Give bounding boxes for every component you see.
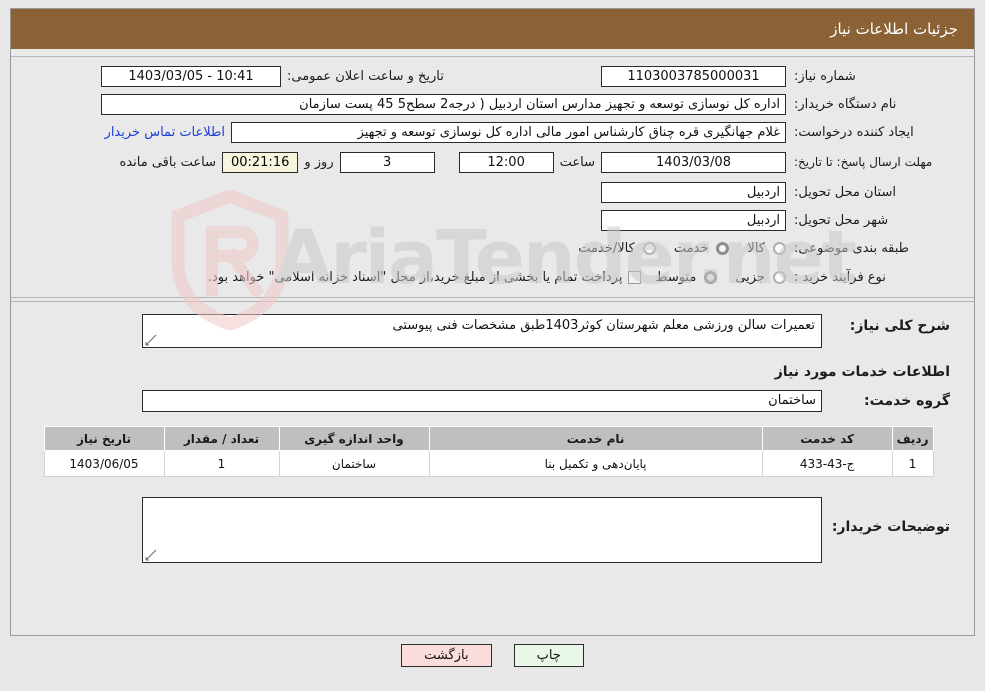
radio-process-1[interactable] [704,270,718,284]
category-radio-group: کالا خدمت کالا/خدمت [564,241,786,256]
radio-category-1-label: خدمت [673,240,709,256]
row-service-group: گروه خدمت: ساختمان [23,390,954,426]
page-title: جزئیات اطلاعات نیاز [830,20,958,38]
cell-need-date: 1403/06/05 [43,450,165,477]
details-frame: جزئیات اطلاعات نیاز شماره نیاز: 11030037… [10,8,975,636]
col-unit: واحد اندازه گیری [278,426,430,451]
row-requester: ایجاد کننده درخواست: غلام جهانگیری قره چ… [23,119,954,145]
row-buyer-org: نام دستگاه خریدار: اداره کل نوسازی توسعه… [23,91,954,117]
service-group-value: ساختمان [142,390,822,412]
days-join-label: روز و [304,154,334,170]
deadline-label: مهلت ارسال پاسخ: تا تاریخ: [794,154,933,169]
need-number-value: 1103003785000031 [601,65,786,87]
col-code: کد خدمت [761,426,893,451]
need-description-section: شرح کلی نیاز: تعمیرات سالن ورزشی معلم شه… [11,302,974,354]
radio-category-2[interactable] [642,241,656,255]
service-group-label: گروه خدمت: [864,393,950,409]
buyer-notes-section: توضیحات خریدار: [11,483,974,573]
cell-unit: ساختمان [278,450,430,477]
buyer-contact-link[interactable]: اطلاعات تماس خریدار [105,125,225,140]
days-remaining-value: 3 [339,151,435,173]
province-value: اردبیل [601,181,786,203]
services-table: ردیف کد خدمت نام خدمت واحد اندازه گیری ت… [43,426,934,477]
row-need-number: شماره نیاز: 1103003785000031 تاریخ و ساع… [23,63,954,89]
need-details-page: AriaTender.net جزئیات اطلاعات نیاز شماره… [0,0,985,691]
title-divider [11,49,974,57]
radio-process-1-label: متوسط [655,269,697,285]
category-label: طبقه بندی موضوعی: [794,240,910,256]
services-section: اطلاعات خدمات مورد نیاز گروه خدمت: ساختم… [11,354,974,483]
need-description-text: تعمیرات سالن ورزشی معلم شهرستان کوثر1403… [392,318,815,333]
radio-category-0[interactable] [773,241,786,255]
table-header-row: ردیف کد خدمت نام خدمت واحد اندازه گیری ت… [43,426,934,451]
requester-value: غلام جهانگیری قره چناق کارشناس امور مالی… [231,121,786,143]
deadline-date-value: 1403/03/08 [601,151,786,173]
row-province: استان محل تحویل: اردبیل [23,179,954,205]
col-index: ردیف [891,426,934,451]
row-deadline: مهلت ارسال پاسخ: تا تاریخ: 1403/03/08 سا… [23,147,954,177]
services-section-title: اطلاعات خدمات مورد نیاز [774,364,950,380]
resize-grip-icon [145,334,157,346]
treasury-checkbox[interactable] [628,270,642,284]
buyer-org-value: اداره کل نوسازی توسعه و تجهیز مدارس استا… [101,93,786,115]
radio-process-0[interactable] [773,270,786,284]
footer-buttons: چاپ بازگشت [0,644,985,667]
deadline-hour-value: 12:00 [458,151,554,173]
cell-index: 1 [891,450,934,477]
cell-quantity: 1 [163,450,280,477]
treasury-checkbox-label: پرداخت تمام یا بخشی از مبلغ خرید،از محل … [207,269,623,285]
page-title-bar: جزئیات اطلاعات نیاز [11,9,974,49]
row-buyer-notes: توضیحات خریدار: [23,497,954,563]
radio-process-0-label: جزیی [735,269,765,285]
radio-category-2-label: کالا/خدمت [578,240,635,256]
radio-category-1[interactable] [716,241,730,255]
need-description-label: شرح کلی نیاز: [849,318,950,334]
buyer-notes-label: توضیحات خریدار: [831,519,950,535]
row-process-type: نوع فرآیند خرید : جزیی متوسط پرداخت تمام… [23,263,954,291]
resize-grip-icon-2 [145,549,157,561]
need-description-value[interactable]: تعمیرات سالن ورزشی معلم شهرستان کوثر1403… [142,314,822,348]
back-button[interactable]: بازگشت [401,644,492,667]
countdown-suffix-label: ساعت باقی مانده [119,154,216,170]
cell-code: ج-43-433 [761,450,893,477]
process-label: نوع فرآیند خرید : [794,269,886,285]
requester-label: ایجاد کننده درخواست: [794,124,914,140]
radio-category-0-label: کالا [747,240,765,256]
province-label: استان محل تحویل: [794,184,896,200]
deadline-hour-label: ساعت [559,154,595,170]
row-category: طبقه بندی موضوعی: کالا خدمت کالا/خدمت [23,235,954,261]
col-name: نام خدمت [428,426,763,451]
city-value: اردبیل [601,209,786,231]
announce-label: تاریخ و ساعت اعلان عمومی: [287,68,444,84]
need-number-label: شماره نیاز: [794,68,856,84]
table-row: 1 ج-43-433 پایان‌دهی و تکمیل بنا ساختمان… [43,450,934,477]
summary-section: شماره نیاز: 1103003785000031 تاریخ و ساع… [11,57,974,297]
cell-name: پایان‌دهی و تکمیل بنا [428,450,763,477]
row-city: شهر محل تحویل: اردبیل [23,207,954,233]
buyer-org-label: نام دستگاه خریدار: [794,96,897,112]
announce-value: 1403/03/05 - 10:41 [101,65,281,87]
items-table-wrap: ردیف کد خدمت نام خدمت واحد اندازه گیری ت… [23,426,954,477]
buyer-notes-value[interactable] [142,497,822,563]
col-quantity: تعداد / مقدار [163,426,280,451]
row-need-description: شرح کلی نیاز: تعمیرات سالن ورزشی معلم شه… [23,314,954,348]
process-radio-group: جزیی متوسط [641,270,786,285]
city-label: شهر محل تحویل: [794,212,889,228]
print-button[interactable]: چاپ [513,644,584,667]
countdown-timer: 00:21:16 [221,151,299,173]
col-date: تاریخ نیاز [43,426,165,451]
